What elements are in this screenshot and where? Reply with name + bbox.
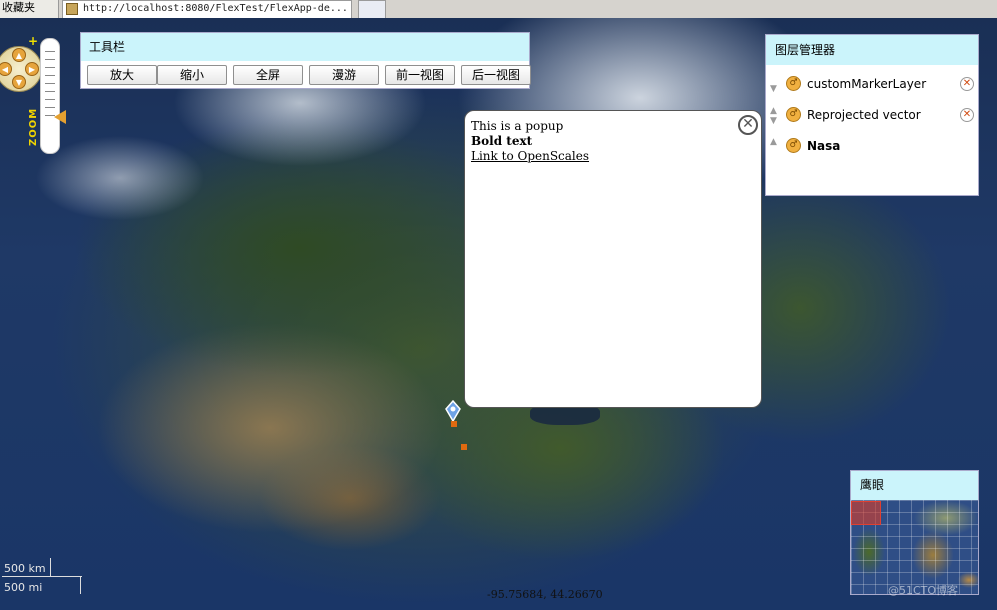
move-up-icon[interactable]: ▲ <box>770 106 778 116</box>
layer-visibility-icon[interactable]: ♂ <box>786 76 801 91</box>
marker-point[interactable] <box>461 444 467 450</box>
scale-mi-label: 500 mi <box>4 581 43 594</box>
layer-name: Nasa <box>807 139 841 153</box>
layer-row: ▼ ♂ customMarkerLayer ✕ <box>766 73 980 95</box>
remove-layer-icon[interactable]: ✕ <box>960 108 974 122</box>
layer-row: ▲ ♂ Nasa <box>766 135 980 157</box>
page-tab[interactable]: http://localhost:8080/FlexTest/FlexApp-d… <box>62 0 352 18</box>
close-icon[interactable]: ✕ <box>738 115 758 135</box>
zoom-in-tool-button[interactable]: 放大 <box>87 65 157 85</box>
zoom-tick <box>45 59 55 60</box>
layer-manager-title: 图层管理器 <box>766 35 978 65</box>
watermark: @51CTO博客 <box>888 584 959 597</box>
mouse-coordinates: -95.75684, 44.26670 <box>487 588 603 601</box>
move-up-icon[interactable]: ▲ <box>770 137 778 147</box>
layer-visibility-icon[interactable]: ♂ <box>786 107 801 122</box>
full-extent-button[interactable]: 全屏 <box>233 65 303 85</box>
scale-bar-tick <box>80 576 81 594</box>
map-marker-icon[interactable] <box>444 400 462 422</box>
zoom-tick <box>45 83 55 84</box>
pan-up-button[interactable]: ▲ <box>12 48 26 62</box>
pan-control: ▲ ◀ ▶ ▼ <box>0 46 42 92</box>
zoom-slider-thumb[interactable] <box>54 110 66 124</box>
layer-name: Reprojected vector <box>807 108 921 122</box>
page-tab-url: http://localhost:8080/FlexTest/FlexApp-d… <box>83 3 348 14</box>
zoom-tick <box>45 75 55 76</box>
zoom-label: ZOOM <box>28 107 39 146</box>
popup-bold-text: Bold text <box>471 134 533 148</box>
pan-left-button[interactable]: ◀ <box>0 62 12 76</box>
pan-tool-button[interactable]: 漫游 <box>309 65 379 85</box>
map-canvas[interactable]: ▲ ◀ ▶ ▼ + ZOOM 工具栏 放大 缩小 全屏 漫游 前一视图 后一视图… <box>0 18 997 610</box>
new-tab-button[interactable] <box>358 0 386 18</box>
zoom-in-button[interactable]: + <box>28 34 38 48</box>
previous-view-button[interactable]: 前一视图 <box>385 65 455 85</box>
page-icon <box>66 3 78 15</box>
popup-link[interactable]: Link to OpenScales <box>471 149 589 164</box>
zoom-slider[interactable] <box>40 38 60 154</box>
move-down-icon[interactable]: ▼ <box>770 116 778 126</box>
overview-map-panel: 鹰眼 <box>850 470 979 595</box>
move-down-icon[interactable]: ▼ <box>770 84 778 94</box>
pan-right-button[interactable]: ▶ <box>25 62 39 76</box>
popup-content: This is a popup Bold text Link to OpenSc… <box>471 119 589 164</box>
layer-visibility-icon[interactable]: ♂ <box>786 138 801 153</box>
marker-point[interactable] <box>451 421 457 427</box>
map-popup: ✕ This is a popup Bold text Link to Open… <box>464 110 762 408</box>
scale-bar-tick <box>50 558 51 576</box>
layer-row: ▲ ▼ ♂ Reprojected vector ✕ <box>766 104 980 126</box>
zoom-tick <box>45 91 55 92</box>
popup-line: This is a popup <box>471 119 564 133</box>
zoom-tick <box>45 99 55 100</box>
zoom-tick <box>45 51 55 52</box>
zoom-tick <box>45 107 55 108</box>
scale-bar-line <box>2 576 82 577</box>
favorites-tab[interactable]: 收藏夹 <box>0 0 59 18</box>
layer-name: customMarkerLayer <box>807 77 927 91</box>
layer-manager-panel: 图层管理器 ▼ ♂ customMarkerLayer ✕ ▲ ▼ ♂ Repr… <box>765 34 979 196</box>
remove-layer-icon[interactable]: ✕ <box>960 77 974 91</box>
overview-extent-box[interactable] <box>851 501 881 525</box>
toolbar-title: 工具栏 <box>81 33 529 61</box>
overview-title: 鹰眼 <box>851 471 978 500</box>
scale-km-label: 500 km <box>4 562 46 575</box>
pan-down-button[interactable]: ▼ <box>12 75 26 89</box>
zoom-tick <box>45 67 55 68</box>
toolbar-panel: 工具栏 放大 缩小 全屏 漫游 前一视图 后一视图 <box>80 32 531 89</box>
browser-tab-strip: 收藏夹 http://localhost:8080/FlexTest/FlexA… <box>0 0 997 19</box>
next-view-button[interactable]: 后一视图 <box>461 65 531 85</box>
zoom-out-tool-button[interactable]: 缩小 <box>157 65 227 85</box>
